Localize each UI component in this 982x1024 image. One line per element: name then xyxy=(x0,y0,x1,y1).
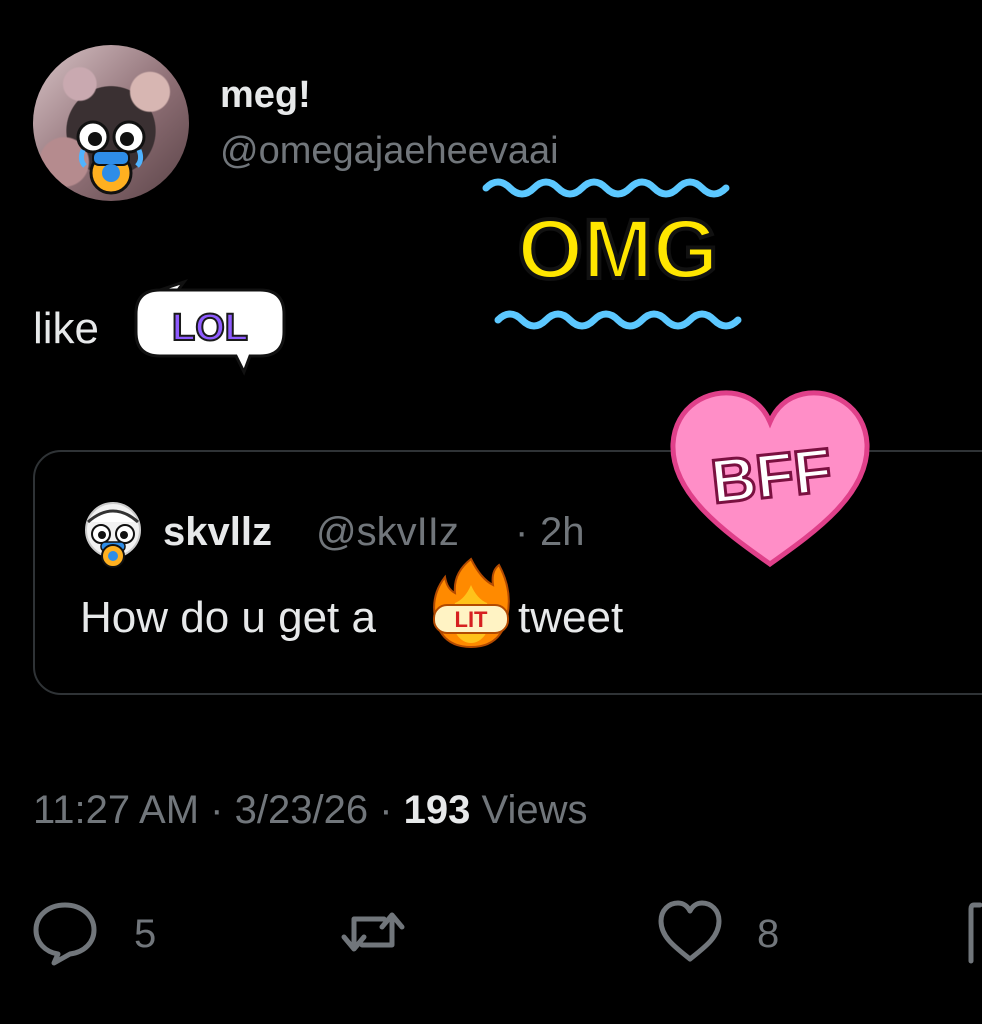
tweet-text: like xyxy=(33,304,100,353)
reply-count: 5 xyxy=(134,912,157,956)
author-name[interactable]: meg! xyxy=(220,74,311,117)
tweet-date[interactable]: 3/23/26 xyxy=(235,788,368,832)
views-label: Views xyxy=(481,788,588,832)
tweet-time: 11:27 AM xyxy=(33,788,200,832)
quote-text-end: tweet xyxy=(518,593,624,642)
quote-text-start: How do u get a xyxy=(80,593,376,642)
omg-sticker: OMG xyxy=(478,150,758,335)
quote-author-avatar[interactable] xyxy=(78,500,148,570)
bookmark-button[interactable] xyxy=(968,897,982,967)
quote-author-name[interactable]: skvllz xyxy=(163,510,272,555)
lol-sticker: LOL xyxy=(130,278,290,380)
omg-sticker-text: OMG xyxy=(518,202,719,296)
quote-timestamp[interactable]: 2h xyxy=(540,510,585,555)
heart-icon xyxy=(658,900,722,962)
pacifier-emoji-icon xyxy=(76,120,146,195)
meta-dot: · xyxy=(210,788,224,832)
views-count: 193 xyxy=(403,788,471,832)
quote-separator: · xyxy=(515,510,529,554)
quote-tweet-card[interactable] xyxy=(33,450,982,695)
quote-author-handle[interactable]: @skvIIz xyxy=(316,510,459,555)
lol-sticker-text: LOL xyxy=(172,307,248,349)
like-count: 8 xyxy=(757,912,780,956)
retweet-button[interactable] xyxy=(338,897,408,967)
author-handle[interactable]: @omegajaeheevaai xyxy=(220,130,559,173)
reply-button[interactable] xyxy=(30,897,100,967)
retweet-icon xyxy=(341,912,405,952)
tweet-meta: 11:27 AM · 3/23/26 · 193 Views xyxy=(33,788,588,833)
bookmark-icon xyxy=(968,902,982,964)
reply-icon xyxy=(33,902,97,966)
author-avatar[interactable] xyxy=(33,45,189,201)
meta-dot: · xyxy=(379,788,393,832)
like-button[interactable] xyxy=(655,897,725,967)
